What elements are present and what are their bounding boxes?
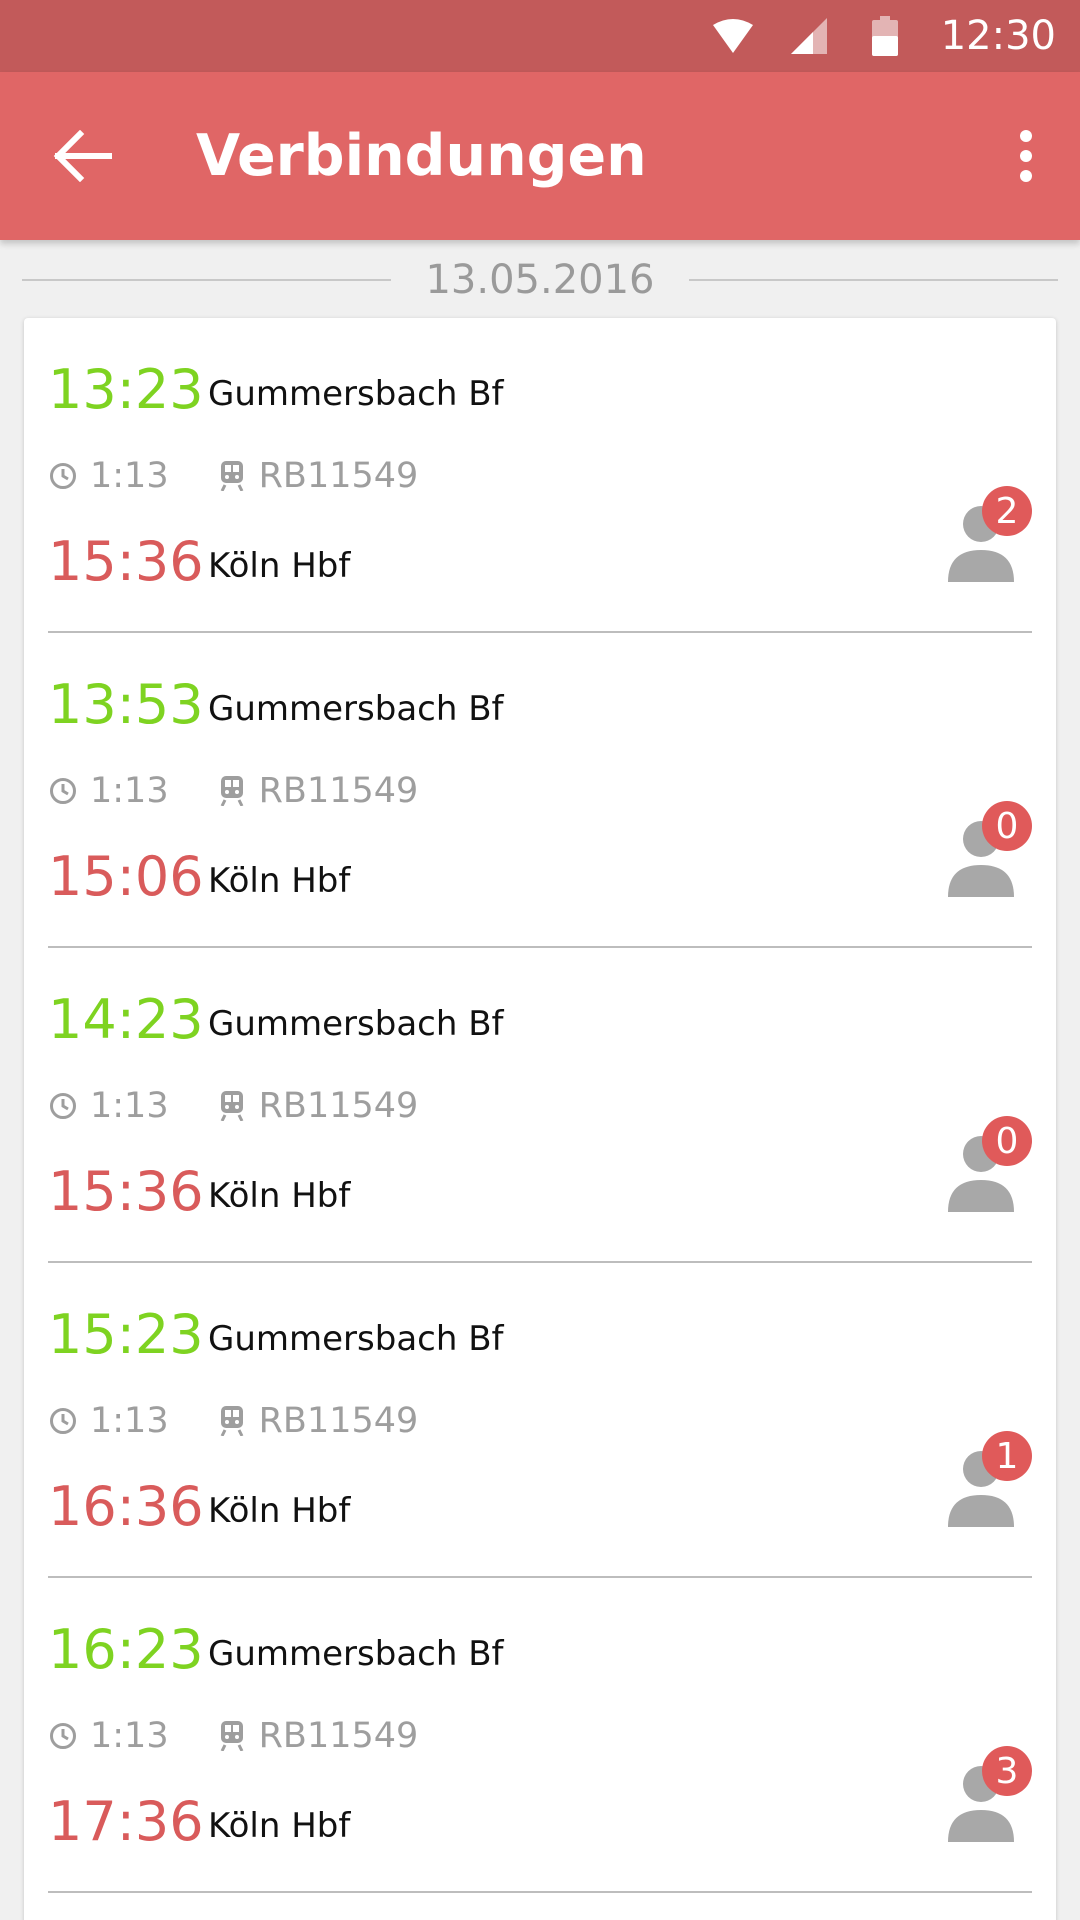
- clock-icon: [48, 776, 78, 806]
- wifi-icon: [712, 16, 753, 56]
- departure-station: Gummersbach Bf: [208, 1004, 504, 1044]
- duration: 1:13: [90, 456, 169, 496]
- departure-time: 13:23: [48, 358, 204, 421]
- status-time: 12:30: [940, 13, 1056, 59]
- connection-meta: 1:13 RB11549: [48, 771, 418, 811]
- app-bar: Verbindungen: [0, 72, 1080, 240]
- arrival-station: Köln Hbf: [208, 861, 351, 901]
- arrival-station: Köln Hbf: [208, 546, 351, 586]
- page-title: Verbindungen: [196, 123, 647, 189]
- connection-list: 13:23 Gummersbach Bf 1:13 RB11549 15:36 …: [24, 318, 1056, 1893]
- connection-item[interactable]: 13:53 Gummersbach Bf 1:13 RB11549 15:06 …: [48, 633, 1032, 948]
- duration: 1:13: [90, 1086, 169, 1126]
- train-icon: [217, 1406, 247, 1436]
- connection-meta: 1:13 RB11549: [48, 1716, 418, 1756]
- departure-time: 15:23: [48, 1303, 204, 1366]
- train-icon: [217, 776, 247, 806]
- departure-station: Gummersbach Bf: [208, 689, 504, 729]
- passenger-count-badge: 2: [982, 486, 1032, 536]
- arrival-time: 16:36: [48, 1475, 204, 1538]
- connection-meta: 1:13 RB11549: [48, 456, 418, 496]
- connection-meta: 1:13 RB11549: [48, 1401, 418, 1441]
- signal-icon: [789, 16, 829, 56]
- train-number: RB11549: [258, 771, 419, 811]
- departure-time: 13:53: [48, 673, 204, 736]
- passenger-indicator[interactable]: 1: [936, 1431, 1032, 1541]
- connection-meta: 1:13 RB11549: [48, 1086, 418, 1126]
- passenger-indicator[interactable]: 3: [936, 1746, 1032, 1856]
- clock-icon: [48, 1721, 78, 1751]
- status-bar: 12:30: [0, 0, 1080, 72]
- departure-time: 16:23: [48, 1618, 204, 1681]
- arrival-station: Köln Hbf: [208, 1176, 351, 1216]
- passenger-count-badge: 0: [982, 1116, 1032, 1166]
- train-number: RB11549: [258, 1086, 419, 1126]
- train-number: RB11549: [258, 1716, 419, 1756]
- connection-item[interactable]: 14:23 Gummersbach Bf 1:13 RB11549 15:36 …: [48, 948, 1032, 1263]
- departure-station: Gummersbach Bf: [208, 374, 504, 414]
- passenger-indicator[interactable]: 2: [936, 486, 1032, 596]
- overflow-menu-button[interactable]: [986, 96, 1066, 216]
- duration: 1:13: [90, 1401, 169, 1441]
- date-separator: 13.05.2016: [22, 252, 1058, 308]
- connection-item[interactable]: 15:23 Gummersbach Bf 1:13 RB11549 16:36 …: [48, 1263, 1032, 1578]
- battery-icon: [865, 16, 905, 56]
- connection-item[interactable]: 13:23 Gummersbach Bf 1:13 RB11549 15:36 …: [48, 318, 1032, 633]
- date-label: 13.05.2016: [425, 257, 655, 303]
- duration: 1:13: [90, 771, 169, 811]
- clock-icon: [48, 461, 78, 491]
- back-button[interactable]: [22, 96, 142, 216]
- departure-time: 14:23: [48, 988, 204, 1051]
- connections-card: 13:23 Gummersbach Bf 1:13 RB11549 15:36 …: [24, 318, 1056, 1920]
- arrival-time: 15:06: [48, 845, 204, 908]
- train-icon: [217, 461, 247, 491]
- passenger-count-badge: 1: [982, 1431, 1032, 1481]
- arrow-left-icon: [53, 130, 112, 182]
- departure-station: Gummersbach Bf: [208, 1634, 504, 1674]
- arrival-station: Köln Hbf: [208, 1806, 351, 1846]
- duration: 1:13: [90, 1716, 169, 1756]
- arrival-time: 17:36: [48, 1790, 204, 1853]
- passenger-indicator[interactable]: 0: [936, 1116, 1032, 1226]
- connection-item[interactable]: 16:23 Gummersbach Bf 1:13 RB11549 17:36 …: [48, 1578, 1032, 1893]
- clock-icon: [48, 1091, 78, 1121]
- more-vert-icon: [1020, 130, 1032, 182]
- divider: [22, 279, 392, 281]
- train-icon: [217, 1721, 247, 1751]
- train-icon: [217, 1091, 247, 1121]
- passenger-count-badge: 0: [982, 801, 1032, 851]
- arrival-time: 15:36: [48, 530, 204, 593]
- arrival-time: 15:36: [48, 1160, 204, 1223]
- divider: [688, 279, 1058, 281]
- clock-icon: [48, 1406, 78, 1436]
- passenger-count-badge: 3: [982, 1746, 1032, 1796]
- departure-station: Gummersbach Bf: [208, 1319, 504, 1359]
- passenger-indicator[interactable]: 0: [936, 801, 1032, 911]
- train-number: RB11549: [258, 456, 419, 496]
- arrival-station: Köln Hbf: [208, 1491, 351, 1531]
- train-number: RB11549: [258, 1401, 419, 1441]
